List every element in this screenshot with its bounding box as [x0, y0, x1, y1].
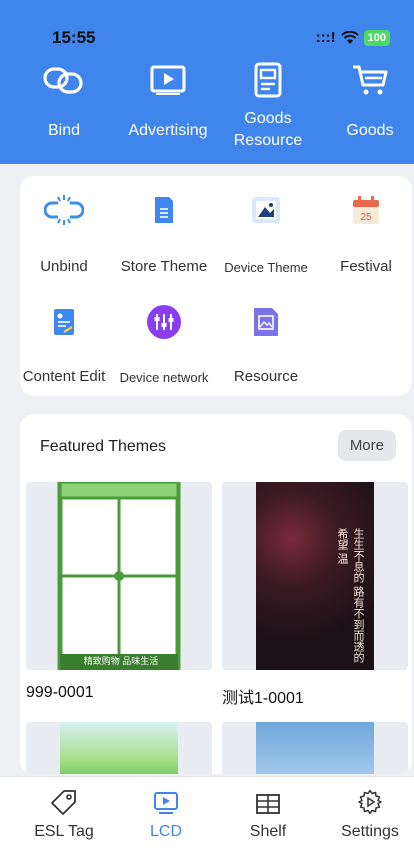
top-nav-advertising[interactable]: Advertising [118, 56, 218, 142]
tab-settings[interactable]: Settings [320, 777, 414, 841]
top-nav-goods-resource[interactable]: Goods Resource [218, 56, 318, 152]
tab-lcd[interactable]: LCD [116, 777, 216, 841]
tool-store-theme[interactable]: Store Theme [114, 182, 214, 275]
top-nav-label: Goods [346, 122, 394, 139]
theme-thumbnail[interactable]: 生生不息的 路有不到而透的 希望 温 [222, 482, 408, 670]
tool-unbind[interactable]: Unbind [14, 182, 114, 275]
cart-icon [320, 56, 414, 104]
device-network-icon [114, 294, 214, 350]
tool-content-edit[interactable]: Content Edit [14, 294, 114, 385]
theme-preview-999 [57, 482, 181, 670]
tab-label: LCD [149, 823, 182, 840]
tool-label: Device network [119, 370, 209, 385]
calendar-day: 25 [360, 212, 372, 223]
tool-festival[interactable]: 25 Festival [316, 182, 414, 275]
theme-preview-blue [256, 722, 374, 774]
tool-label: Device Theme [224, 260, 308, 275]
app-header: 15:55 :::! 100 Bind Advertising Goods Re… [0, 0, 414, 164]
top-nav-label: Advertising [128, 122, 208, 139]
tab-shelf[interactable]: Shelf [218, 777, 318, 841]
settings-icon [320, 777, 414, 815]
theme-banner-text: 精致购物 品味生活 [83, 656, 159, 666]
tool-device-network[interactable]: Device network [114, 294, 214, 385]
tab-label: ESL Tag [34, 823, 94, 840]
tools-card: Unbind Store Theme Device Theme 25 Festi… [20, 176, 412, 396]
play-screen-icon [118, 56, 218, 104]
status-bar: 15:55 :::! 100 [0, 0, 414, 56]
featured-title: Featured Themes [40, 438, 166, 455]
shelf-icon [218, 777, 318, 815]
top-nav-goods[interactable]: Goods [320, 56, 414, 142]
status-icons: :::! 100 [316, 29, 390, 46]
featured-themes-card: Featured Themes More 精致购物 品味生活 999-0001 … [20, 414, 412, 774]
theme-label: 999-0001 [26, 684, 94, 701]
content-edit-icon [14, 294, 114, 350]
tool-label: Festival [340, 258, 392, 275]
top-nav-label: Goods Resource [233, 110, 303, 149]
resource-icon [216, 294, 316, 350]
bottom-tab-bar: ESL Tag LCD Shelf Settings [0, 776, 414, 849]
device-theme-icon [216, 182, 316, 238]
tool-label: Store Theme [120, 258, 208, 275]
tool-resource[interactable]: Resource [216, 294, 316, 385]
theme-thumbnail[interactable]: 精致购物 品味生活 [26, 482, 212, 670]
theme-preview-green [60, 722, 178, 774]
signal-icon: :::! [315, 29, 336, 46]
theme-thumbnail[interactable] [222, 722, 408, 774]
poster-text: 生生不息的 路有不到而透的 希望 温 [336, 528, 364, 664]
tab-label: Shelf [249, 823, 287, 840]
store-theme-icon [114, 182, 214, 238]
tab-esl-tag[interactable]: ESL Tag [14, 777, 114, 841]
top-nav-bind[interactable]: Bind [14, 56, 114, 142]
document-icon [218, 56, 318, 104]
tool-label: Content Edit [22, 368, 106, 385]
theme-thumbnail[interactable] [26, 722, 212, 774]
link-icon [14, 56, 114, 104]
more-button[interactable]: More [337, 430, 396, 461]
theme-label: 测试1-0001 [222, 690, 304, 707]
tool-label: Resource [233, 368, 299, 385]
tool-label: Unbind [40, 258, 88, 275]
battery-indicator: 100 [363, 29, 390, 46]
top-nav: Bind Advertising Goods Resource Goods [0, 56, 414, 164]
wifi-icon [340, 30, 359, 44]
unlink-icon [14, 182, 114, 238]
status-time: 15:55 [52, 28, 96, 47]
tag-icon [14, 777, 114, 815]
tool-device-theme[interactable]: Device Theme [216, 182, 316, 275]
calendar-icon: 25 [316, 182, 414, 238]
top-nav-label: Bind [47, 122, 81, 139]
tab-label: Settings [341, 823, 399, 840]
lcd-icon [116, 777, 216, 815]
